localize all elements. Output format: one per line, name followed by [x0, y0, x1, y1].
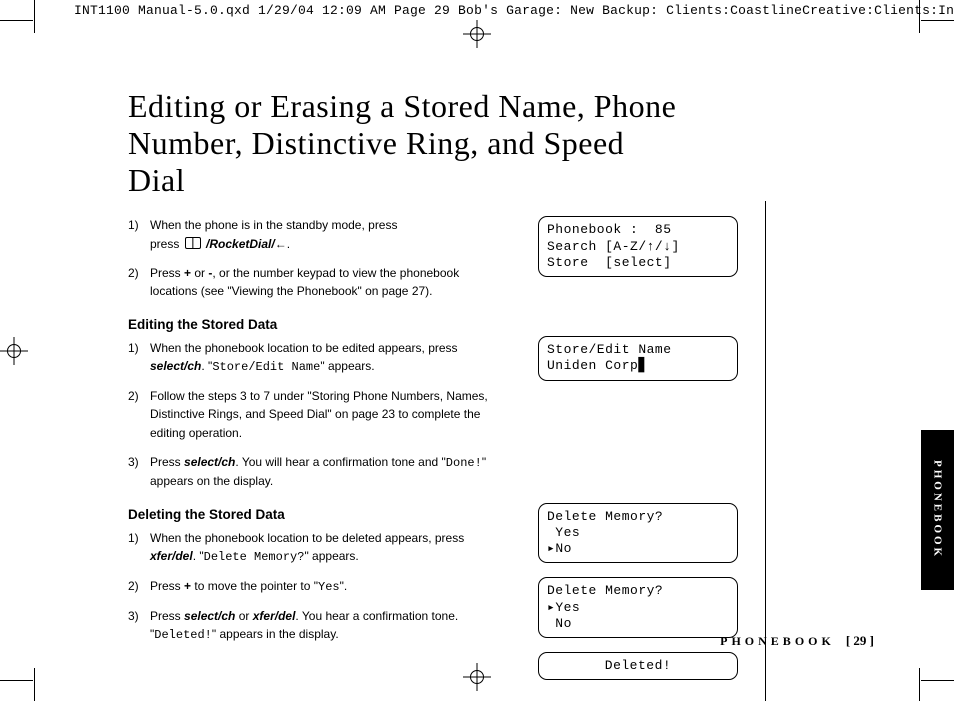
- step-number: 1): [128, 339, 150, 377]
- text: When the phone is in the standby mode, p…: [150, 218, 397, 232]
- text: . You will hear a confirmation tone and …: [235, 455, 445, 469]
- text: or: [191, 266, 208, 280]
- lcd-delete-yes: Delete Memory? ▸Yes No: [538, 577, 738, 638]
- intro-step-2: 2) Press + or -, or the number keypad to…: [128, 264, 508, 301]
- key-select-ch: select/ch: [184, 609, 235, 623]
- key-plus: +: [184, 579, 191, 593]
- del-step-3: 3) Press select/ch or xfer/del. You hear…: [128, 607, 508, 645]
- text: Press: [150, 579, 184, 593]
- text: .: [287, 237, 290, 251]
- text: . ": [193, 549, 204, 563]
- text: When the phonebook location to be delete…: [150, 531, 464, 545]
- key-rocketdial: /RocketDial/: [206, 237, 275, 251]
- step-number: 2): [128, 264, 150, 301]
- key-plus: +: [184, 266, 191, 280]
- crop-mark: [0, 20, 33, 21]
- step-text: Press + or -, or the number keypad to vi…: [150, 264, 508, 301]
- edit-step-1: 1) When the phonebook location to be edi…: [128, 339, 508, 377]
- key-select-ch: select/ch: [150, 359, 201, 373]
- manual-page: INT1100 Manual-5.0.qxd 1/29/04 12:09 AM …: [0, 0, 954, 701]
- key-xfer-del: xfer/del: [150, 549, 193, 563]
- edit-step-2: 2) Follow the steps 3 to 7 under "Storin…: [128, 387, 508, 443]
- body-columns: 1) When the phone is in the standby mode…: [128, 216, 916, 694]
- section-tab-label: PHONEBOOK: [932, 460, 944, 559]
- lcd-store-edit: Store/Edit Name Uniden Corp▊: [538, 336, 738, 381]
- text: Press: [150, 609, 184, 623]
- step-number: 2): [128, 577, 150, 597]
- step-number: 3): [128, 607, 150, 645]
- step-text: Press + to move the pointer to "Yes".: [150, 577, 508, 597]
- left-arrow-icon: ←: [275, 237, 287, 251]
- step-text: Follow the steps 3 to 7 under "Storing P…: [150, 387, 508, 443]
- lcd-text-inline: Done!: [446, 456, 482, 470]
- lcd-column: Phonebook : 85 Search [A-Z/↑/↓] Store [s…: [538, 216, 748, 694]
- del-step-2: 2) Press + to move the pointer to "Yes".: [128, 577, 508, 597]
- lcd-text-inline: Delete Memory?: [204, 550, 305, 564]
- lcd-phonebook: Phonebook : 85 Search [A-Z/↑/↓] Store [s…: [538, 216, 738, 277]
- step-text: Press select/ch or xfer/del. You hear a …: [150, 607, 508, 645]
- lcd-text-inline: Deleted!: [154, 628, 212, 642]
- key-select-ch: select/ch: [184, 455, 235, 469]
- edit-step-3: 3) Press select/ch. You will hear a conf…: [128, 453, 508, 491]
- text: ".: [340, 579, 348, 593]
- text: Press: [150, 266, 184, 280]
- step-number: 3): [128, 453, 150, 491]
- step-number: 1): [128, 216, 150, 253]
- text: or: [235, 609, 252, 623]
- subhead-editing: Editing the Stored Data: [128, 315, 508, 336]
- text: . ": [201, 359, 212, 373]
- live-area: Editing or Erasing a Stored Name, Phone …: [38, 38, 916, 663]
- crop-mark: [921, 20, 954, 21]
- text: " appears in the display.: [212, 627, 339, 641]
- footer-section: PHONEBOOK: [720, 634, 835, 648]
- page-footer: PHONEBOOK [ 29 ]: [720, 633, 874, 649]
- step-text: When the phone is in the standby mode, p…: [150, 216, 508, 253]
- lcd-delete-no: Delete Memory? Yes ▸No: [538, 503, 738, 564]
- phonebook-icon: [185, 237, 201, 249]
- text: When the phonebook location to be edited…: [150, 341, 458, 355]
- vertical-rule: [765, 201, 766, 701]
- crop-mark: [0, 680, 33, 681]
- footer-page-number: [ 29 ]: [846, 633, 874, 648]
- spacer: [538, 291, 748, 336]
- step-text: When the phonebook location to be delete…: [150, 529, 508, 567]
- intro-step-1: 1) When the phone is in the standby mode…: [128, 216, 508, 253]
- lcd-text-inline: Store/Edit Name: [212, 360, 320, 374]
- print-slug: INT1100 Manual-5.0.qxd 1/29/04 12:09 AM …: [74, 3, 944, 18]
- section-tab: PHONEBOOK: [921, 430, 954, 590]
- crop-mark: [34, 668, 35, 701]
- lcd-deleted: Deleted!: [538, 652, 738, 680]
- text: " appears.: [304, 549, 358, 563]
- step-number: 2): [128, 387, 150, 443]
- instruction-column: 1) When the phone is in the standby mode…: [128, 216, 508, 694]
- step-text: Press select/ch. You will hear a confirm…: [150, 453, 508, 491]
- text: Press: [150, 455, 184, 469]
- text: " appears.: [320, 359, 374, 373]
- press-label: press: [150, 237, 183, 251]
- crop-mark: [921, 680, 954, 681]
- step-text: When the phonebook location to be edited…: [150, 339, 508, 377]
- step-number: 1): [128, 529, 150, 567]
- crop-mark: [919, 668, 920, 701]
- page-title: Editing or Erasing a Stored Name, Phone …: [128, 88, 688, 198]
- spacer: [538, 395, 748, 503]
- text: to move the pointer to ": [191, 579, 318, 593]
- registration-mark: [0, 337, 28, 365]
- del-step-1: 1) When the phonebook location to be del…: [128, 529, 508, 567]
- subhead-deleting: Deleting the Stored Data: [128, 505, 508, 526]
- crop-mark: [34, 0, 35, 33]
- lcd-text-inline: Yes: [318, 580, 340, 594]
- crop-mark: [919, 0, 920, 33]
- key-xfer-del: xfer/del: [253, 609, 296, 623]
